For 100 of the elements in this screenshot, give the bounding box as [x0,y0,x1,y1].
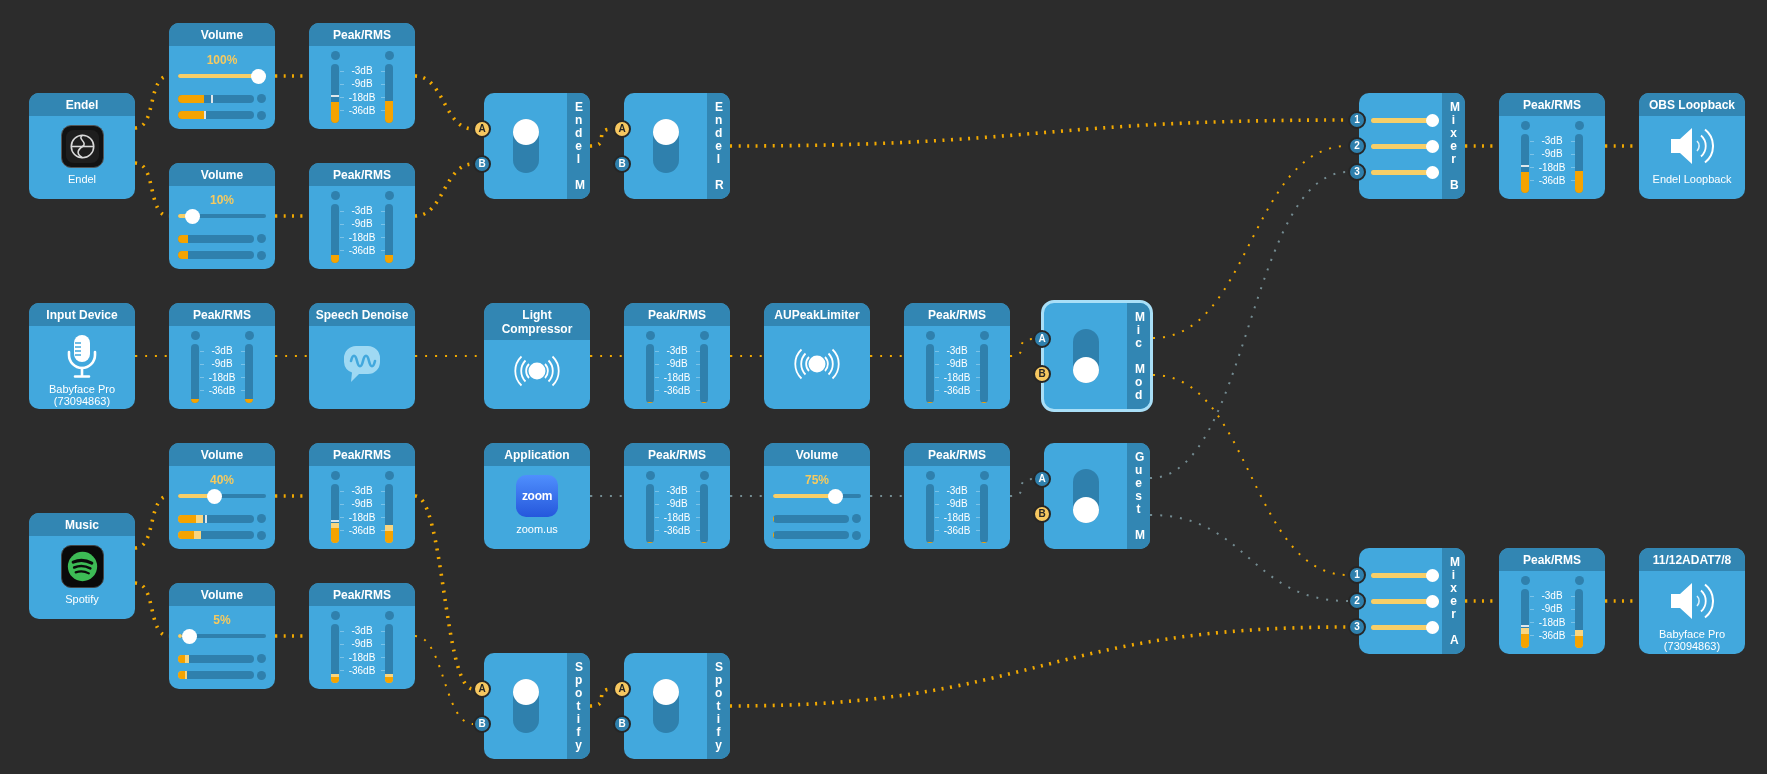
toggle-switch[interactable] [1072,329,1099,383]
level-meter [385,624,393,683]
input-port[interactable]: B [613,715,631,733]
mix-slider[interactable] [1371,594,1439,608]
level-meter [331,64,339,123]
volume-slider[interactable] [178,628,266,644]
level-meter [980,484,988,543]
level-meter [1575,589,1583,648]
clip-indicator-icon [699,330,709,340]
scale-label: -9dB [351,638,373,651]
node-title: Endel [29,93,135,116]
node-title: OBS Loopback [1639,93,1745,116]
input-port[interactable]: 1 [1348,111,1366,129]
toggle-switch[interactable] [512,679,539,733]
node-title: Peak/RMS [169,303,275,326]
volume-reading: 5% [212,613,232,627]
scale-label: -36dB [208,385,236,397]
connection-wire [274,355,310,357]
node-title: Peak/RMS [1499,93,1605,116]
clip-indicator-icon [1520,575,1530,585]
input-port[interactable]: A [473,120,491,138]
clip-indicator-icon [190,330,200,340]
node-title: Volume [169,163,275,186]
node-title: Input Device [29,303,135,326]
toggle-switch[interactable] [652,679,679,733]
scale-label: -36dB [943,385,971,397]
input-port[interactable]: A [613,680,631,698]
clip-indicator-icon [330,470,340,480]
scale-label: -3dB [666,485,688,497]
node-title: Volume [169,443,275,466]
node-title: Volume [169,23,275,46]
mix-slider[interactable] [1371,568,1439,582]
input-port[interactable]: 2 [1348,592,1366,610]
mix-slider[interactable] [1371,165,1439,179]
toggle-switch[interactable] [512,119,539,173]
node-caption: Endel [66,173,98,185]
scale-label: -9dB [666,498,688,511]
input-port[interactable]: A [613,120,631,138]
mix-slider[interactable] [1371,620,1439,634]
input-port[interactable]: A [1033,470,1051,488]
scale-label: -9dB [351,218,373,231]
scale-label: -3dB [351,65,373,77]
scale-label: -3dB [946,485,968,497]
level-meter [385,204,393,263]
scale-label: -18dB [348,651,376,664]
input-port[interactable]: B [613,155,631,173]
scale-label: -18dB [663,511,691,524]
level-meter [385,64,393,123]
input-port[interactable]: B [473,155,491,173]
clip-indicator-icon [925,470,935,480]
level-meter [191,344,199,403]
connection-wire [134,355,170,357]
node-caption: zoom.us [515,523,559,535]
volume-slider[interactable] [178,68,266,84]
node-label: Mixer A [1442,548,1465,654]
node-title: Peak/RMS [624,303,730,326]
scale-label: -36dB [943,525,971,537]
input-port[interactable]: 3 [1348,618,1366,636]
node-title: Peak/RMS [309,583,415,606]
speaker-icon [1670,582,1714,620]
toggle-switch[interactable] [1072,469,1099,523]
microphone-icon [65,334,99,378]
input-port[interactable]: B [1033,505,1051,523]
input-port[interactable]: A [1033,330,1051,348]
volume-slider[interactable] [773,488,861,504]
input-port[interactable]: 3 [1348,163,1366,181]
input-port[interactable]: B [473,715,491,733]
input-port[interactable]: 2 [1348,137,1366,155]
mix-slider[interactable] [1371,113,1439,127]
scale-label: -18dB [663,371,691,384]
scale-label: -3dB [946,345,968,357]
app-icon [60,124,104,168]
node-title: AUPeakLimiter [764,303,870,326]
volume-slider[interactable] [178,208,266,224]
node-caption: Spotify [64,593,100,605]
clip-indicator-icon [384,610,394,620]
connection-wire [1009,478,1034,497]
node-title: Music [29,513,135,536]
scale-label: -9dB [666,358,688,371]
app-icon [60,544,104,588]
node-title: Peak/RMS [904,443,1010,466]
level-meter [700,344,708,403]
scale-label: -36dB [348,525,376,537]
scale-label: -9dB [351,78,373,91]
clip-indicator-icon [384,470,394,480]
scale-label: -3dB [666,345,688,357]
clip-indicator-icon [330,610,340,620]
level-meter [980,344,988,403]
input-port[interactable]: B [1033,365,1051,383]
scale-label: -36dB [663,525,691,537]
mix-slider[interactable] [1371,139,1439,153]
connection-wire [729,355,765,357]
input-port[interactable]: 1 [1348,566,1366,584]
scale-label: -9dB [211,358,233,371]
node-label: Mixer B [1442,93,1465,199]
node-label: Spotify [707,653,730,759]
toggle-switch[interactable] [652,119,679,173]
level-meter [245,344,253,403]
volume-slider[interactable] [178,488,266,504]
input-port[interactable]: A [473,680,491,698]
